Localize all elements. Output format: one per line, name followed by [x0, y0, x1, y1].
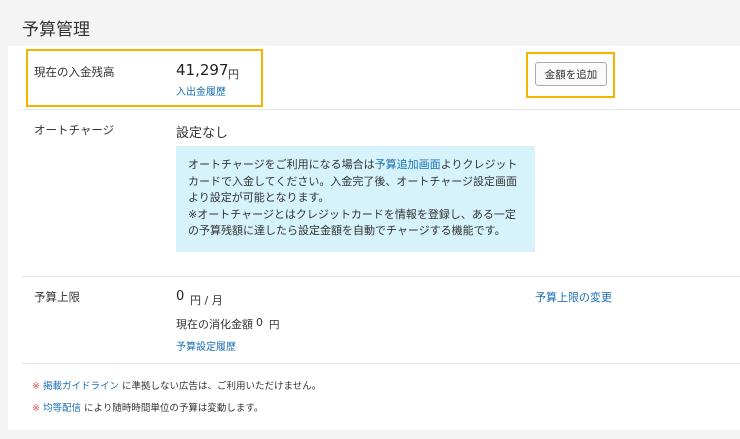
row-divider — [22, 276, 740, 277]
even-delivery-link[interactable]: 均等配信 — [43, 403, 81, 414]
balance-unit: 円 — [228, 68, 239, 81]
budget-limit-label: 予算上限 — [34, 290, 80, 304]
guideline-link[interactable]: 掲載ガイドライン — [43, 381, 119, 392]
page-title: 予算管理 — [22, 20, 90, 40]
row-divider — [22, 363, 740, 364]
budget-add-screen-link[interactable]: 予算追加画面 — [375, 158, 441, 171]
auto-charge-info-box: オートチャージをご利用になる場合は予算追加画面よりクレジットカードで入金してくだ… — [176, 146, 535, 252]
even-delivery-note-text: により随時時間単位の予算は変動します。 — [84, 403, 264, 414]
auto-charge-status: 設定なし — [176, 126, 229, 141]
note-mark: ※ — [32, 403, 40, 414]
page-header — [8, 10, 740, 46]
budget-limit-unit: 円 / 月 — [190, 294, 223, 307]
note-mark: ※ — [32, 381, 40, 392]
info-text-note: ※オートチャージとはクレジットカードを情報を登録し、ある一定の予算残額に達したら… — [188, 207, 516, 238]
guideline-note-text: に準拠しない広告は、ご利用いただけません。 — [122, 381, 322, 392]
even-delivery-note: ※ 均等配信 により随時時間単位の予算は変動します。 — [32, 400, 263, 414]
balance-label: 現在の入金残高 — [34, 65, 115, 79]
row-divider — [22, 109, 740, 110]
budget-limit-amount: 0 — [176, 289, 185, 304]
add-amount-button[interactable]: 金額を追加 — [535, 62, 607, 86]
deposit-history-link[interactable]: 入出金履歴 — [176, 83, 226, 98]
budget-setting-history-link[interactable]: 予算設定履歴 — [176, 338, 236, 353]
auto-charge-label: オートチャージ — [34, 123, 115, 137]
guideline-note: ※ 掲載ガイドライン に準拠しない広告は、ご利用いただけません。 — [32, 378, 321, 392]
consumed-amount: 0 — [256, 316, 263, 329]
info-text-pre: オートチャージをご利用になる場合は — [188, 158, 375, 171]
consumed-unit: 円 — [269, 319, 280, 331]
consumed-label: 現在の消化金額 — [176, 318, 253, 331]
budget-limit-change-link[interactable]: 予算上限の変更 — [535, 289, 612, 305]
balance-amount: 41,297 — [176, 61, 229, 79]
